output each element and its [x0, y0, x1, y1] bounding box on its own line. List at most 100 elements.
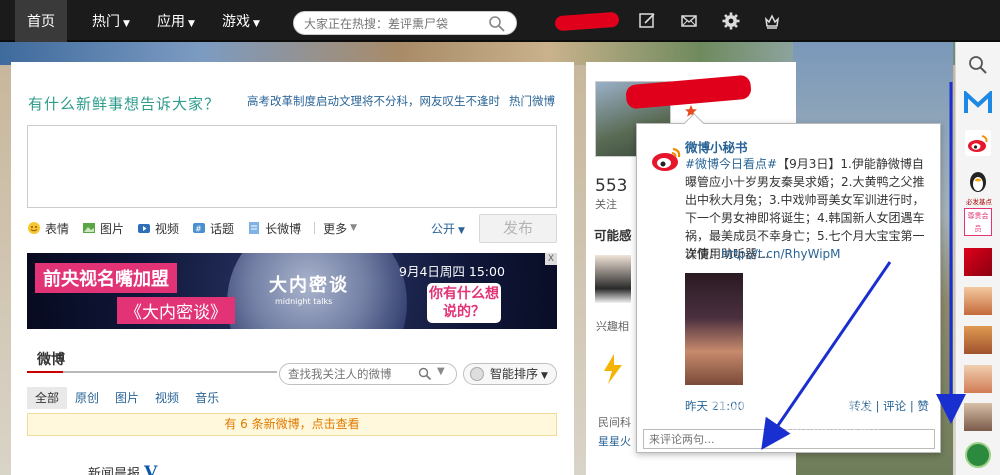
sidebar-friend-2[interactable] — [963, 325, 993, 355]
composer-toolbar: 表情 图片 视频 # 话题 长微博 更多 ▼ — [27, 218, 370, 238]
follow-search: ▼ — [279, 363, 457, 385]
chevron-down-icon: ▼ — [541, 371, 548, 381]
sidebar-mail-app[interactable] — [963, 88, 993, 118]
suggestion-link[interactable]: 星星火 — [598, 433, 631, 449]
edit-icon[interactable] — [637, 11, 657, 31]
publish-button[interactable]: 发布 — [479, 214, 557, 243]
feed-title-underline — [27, 371, 277, 373]
tool-topic-label: 话题 — [210, 221, 235, 236]
chevron-down-icon: ▼ — [188, 19, 195, 29]
popup-hashtag[interactable]: #微博今日看点# — [685, 157, 777, 171]
nav-app-label: 应用 — [157, 14, 185, 30]
tool-emoji[interactable]: 表情 — [27, 220, 69, 237]
visibility-select[interactable]: 公开 ▼ — [431, 220, 465, 237]
post-composer-textarea[interactable] — [27, 125, 557, 208]
chevron-down-icon: ▼ — [123, 19, 130, 29]
suggestion-reason: 兴趣相 — [596, 320, 629, 333]
nav-app[interactable]: 应用 ▼ — [157, 0, 195, 42]
tool-more[interactable]: 更多 ▼ — [323, 220, 357, 237]
avatar — [964, 365, 992, 393]
svg-text:#: # — [195, 225, 202, 234]
nav-hot-label: 热门 — [92, 14, 120, 30]
filter-original[interactable]: 原创 — [67, 387, 107, 409]
tool-topic[interactable]: # 话题 — [192, 220, 234, 237]
filter-all[interactable]: 全部 — [27, 387, 68, 409]
nav-game[interactable]: 游戏 ▼ — [222, 0, 260, 42]
suggestion-avatar[interactable] — [595, 255, 631, 303]
banner-headline: 前央视名嘴加盟 — [35, 263, 177, 293]
suggestion-logo[interactable] — [596, 352, 630, 386]
popup-detail-label: 详情： — [685, 247, 722, 261]
search-icon — [969, 56, 987, 74]
filter-image[interactable]: 图片 — [107, 387, 147, 409]
vip-badge: 尊贵会员 — [964, 208, 992, 236]
hot-weibo-link[interactable]: 热门微博 — [509, 93, 555, 109]
banner-close-button[interactable]: X — [545, 253, 557, 265]
feed-item-author-name: 新闻晨报 — [88, 467, 141, 475]
weibo-logo-icon — [965, 130, 991, 156]
tool-image[interactable]: 图片 — [82, 220, 124, 237]
feed-item-author[interactable]: 新闻晨报 V — [88, 463, 157, 475]
ad-banner[interactable]: 前央视名嘴加盟 《大内密谈》 大内密谈 midnight talks 9月4日周… — [27, 253, 557, 329]
tool-long-weibo[interactable]: 长微博 — [247, 220, 301, 237]
sidebar-weibo[interactable] — [963, 128, 993, 158]
toolbar-divider — [314, 222, 316, 234]
baidu-watermark-url: jingyan.baidu.com — [760, 420, 880, 435]
sidebar-friend-3[interactable] — [963, 364, 993, 394]
banner-logo: 大内密谈 — [269, 275, 349, 296]
nav-game-label: 游戏 — [222, 14, 250, 30]
mail-icon[interactable] — [679, 11, 699, 31]
tool-video[interactable]: 视频 — [137, 220, 179, 237]
sidebar-search[interactable] — [963, 50, 993, 80]
video-icon — [138, 224, 151, 233]
filter-video[interactable]: 视频 — [147, 387, 187, 409]
tool-long-weibo-label: 长微博 — [265, 221, 302, 236]
topic-icon: # — [193, 223, 206, 234]
follow-search-input[interactable] — [288, 366, 416, 382]
tool-more-label: 更多 — [323, 221, 348, 236]
sidebar-vip[interactable]: 尊贵会员 — [963, 207, 993, 237]
follow-count[interactable]: 553 — [595, 176, 627, 196]
nav-hot[interactable]: 热门 ▼ — [92, 0, 130, 42]
chevron-down-icon: ▼ — [350, 223, 358, 233]
filter-music[interactable]: 音乐 — [187, 387, 227, 409]
popup-detail: 详情：http://t.cn/RhyWipM — [685, 245, 841, 262]
image-icon — [83, 223, 96, 233]
m-logo-icon — [964, 91, 992, 113]
search-input[interactable] — [304, 15, 484, 33]
nav-home[interactable]: 首页 — [15, 0, 67, 42]
avatar — [964, 403, 992, 431]
hot-topic-link[interactable]: 高考改革制度启动文理将不分科，网友叹生不逢时 — [247, 93, 500, 109]
chevron-down-icon: ▼ — [458, 226, 465, 236]
sidebar-friend-4[interactable] — [963, 402, 993, 432]
new-posts-notice[interactable]: 有 6 条新微博，点击查看 — [27, 413, 557, 436]
feed-title: 微博 — [37, 352, 65, 368]
weibo-logo-icon[interactable] — [649, 140, 685, 176]
tool-video-label: 视频 — [155, 221, 180, 236]
sort-label: 智能排序 — [490, 367, 539, 381]
top-navigation-bar: 首页 热门 ▼ 应用 ▼ 游戏 ▼ — [0, 0, 1000, 42]
crown-icon[interactable] — [762, 11, 782, 31]
search-icon[interactable] — [418, 367, 432, 381]
search-icon[interactable] — [488, 15, 506, 33]
gear-icon[interactable] — [721, 11, 741, 31]
post-prompt: 有什么新鲜事想告诉大家？ — [28, 95, 221, 113]
penguin-icon — [970, 172, 986, 192]
popup-post-photo[interactable] — [685, 273, 743, 385]
tool-emoji-label: 表情 — [45, 221, 70, 236]
avatar — [964, 287, 992, 315]
sidebar-app-penguin[interactable] — [963, 167, 993, 197]
suggestions-title: 可能感 — [594, 228, 632, 243]
lightning-logo-icon — [604, 354, 622, 384]
chevron-down-icon: ▼ — [253, 19, 260, 29]
sidebar-app-red[interactable] — [963, 247, 993, 277]
right-app-sidebar: 必发基点 尊贵会员 — [955, 42, 1000, 475]
popup-author-name[interactable]: 微博小秘书 — [685, 137, 748, 156]
sort-button[interactable]: 智能排序 ▼ — [463, 363, 557, 385]
sidebar-app-green[interactable] — [963, 440, 993, 470]
banner-bubble: 你有什么想说的？ — [427, 283, 501, 323]
chevron-down-icon[interactable]: ▼ — [437, 366, 445, 377]
popup-detail-link[interactable]: http://t.cn/RhyWipM — [721, 247, 840, 261]
sidebar-friend-1[interactable] — [963, 286, 993, 316]
tool-image-label: 图片 — [100, 221, 125, 236]
